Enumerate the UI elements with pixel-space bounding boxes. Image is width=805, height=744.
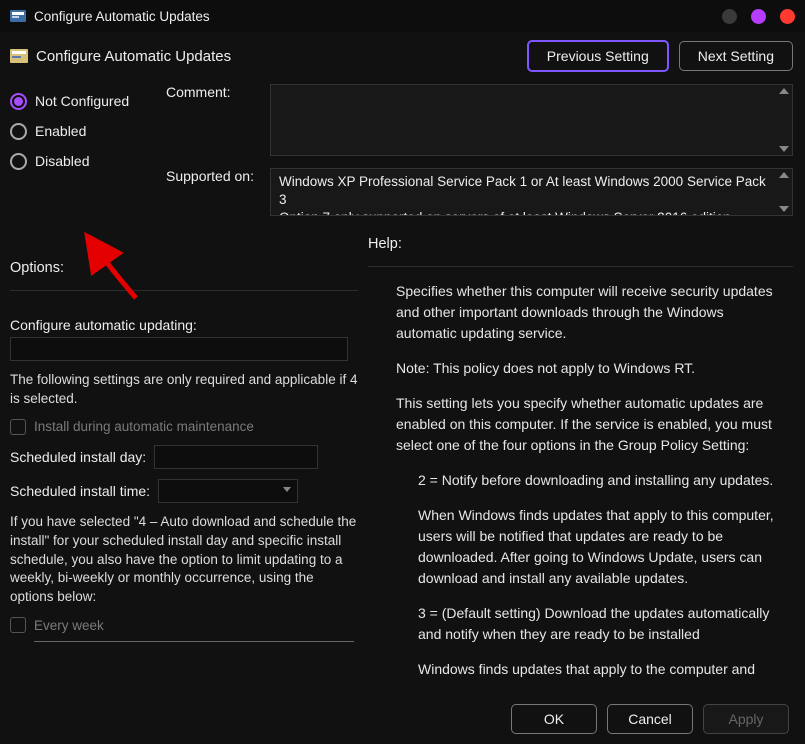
radio-disabled[interactable]: Disabled — [10, 146, 156, 176]
options-long-note: If you have selected "4 – Auto download … — [10, 513, 358, 607]
ok-button[interactable]: OK — [511, 704, 597, 734]
scroll-down-icon[interactable] — [779, 206, 789, 212]
apply-button: Apply — [703, 704, 789, 734]
help-text: Specifies whether this computer will rec… — [368, 281, 793, 734]
dialog-title: Configure Automatic Updates — [36, 48, 231, 65]
right-column: Comment: Supported on: Windows XP Profes… — [368, 84, 793, 734]
minimize-dot[interactable] — [722, 9, 737, 24]
configure-updating-dropdown[interactable] — [10, 337, 348, 361]
app-icon — [10, 8, 26, 24]
install-during-maintenance-checkbox[interactable]: Install during automatic maintenance — [10, 419, 358, 435]
chevron-down-icon — [283, 487, 291, 492]
dialog-header: Configure Automatic Updates Previous Set… — [0, 32, 805, 84]
state-radios: Not Configured Enabled Disabled — [10, 84, 156, 176]
maximize-dot[interactable] — [751, 9, 766, 24]
scroll-down-icon[interactable] — [779, 146, 789, 152]
dialog-footer: OK Cancel Apply — [501, 704, 789, 734]
scroll-up-icon[interactable] — [779, 172, 789, 178]
close-dot[interactable] — [780, 9, 795, 24]
supported-on-text: Windows XP Professional Service Pack 1 o… — [270, 168, 793, 216]
comment-textbox[interactable] — [270, 84, 793, 156]
radio-not-configured[interactable]: Not Configured — [10, 86, 156, 116]
every-week-checkbox[interactable]: Every week — [10, 617, 358, 633]
policy-icon — [10, 47, 28, 65]
next-setting-button[interactable]: Next Setting — [679, 41, 793, 71]
options-note: The following settings are only required… — [10, 371, 358, 409]
title-bar: Configure Automatic Updates — [0, 0, 805, 32]
main-area: Not Configured Enabled Disabled — [0, 84, 805, 734]
scheduled-time-label: Scheduled install time: — [10, 483, 150, 499]
scheduled-day-label: Scheduled install day: — [10, 449, 146, 465]
scheduled-day-dropdown[interactable] — [154, 445, 318, 469]
previous-setting-button[interactable]: Previous Setting — [527, 40, 669, 72]
help-label: Help: — [368, 236, 793, 252]
radio-enabled[interactable]: Enabled — [10, 116, 156, 146]
configure-updating-label: Configure automatic updating: — [10, 317, 358, 333]
scroll-up-icon[interactable] — [779, 88, 789, 94]
scheduled-time-dropdown[interactable] — [158, 479, 298, 503]
window-title: Configure Automatic Updates — [34, 9, 210, 24]
options-label: Options: — [10, 260, 358, 276]
cancel-button[interactable]: Cancel — [607, 704, 693, 734]
